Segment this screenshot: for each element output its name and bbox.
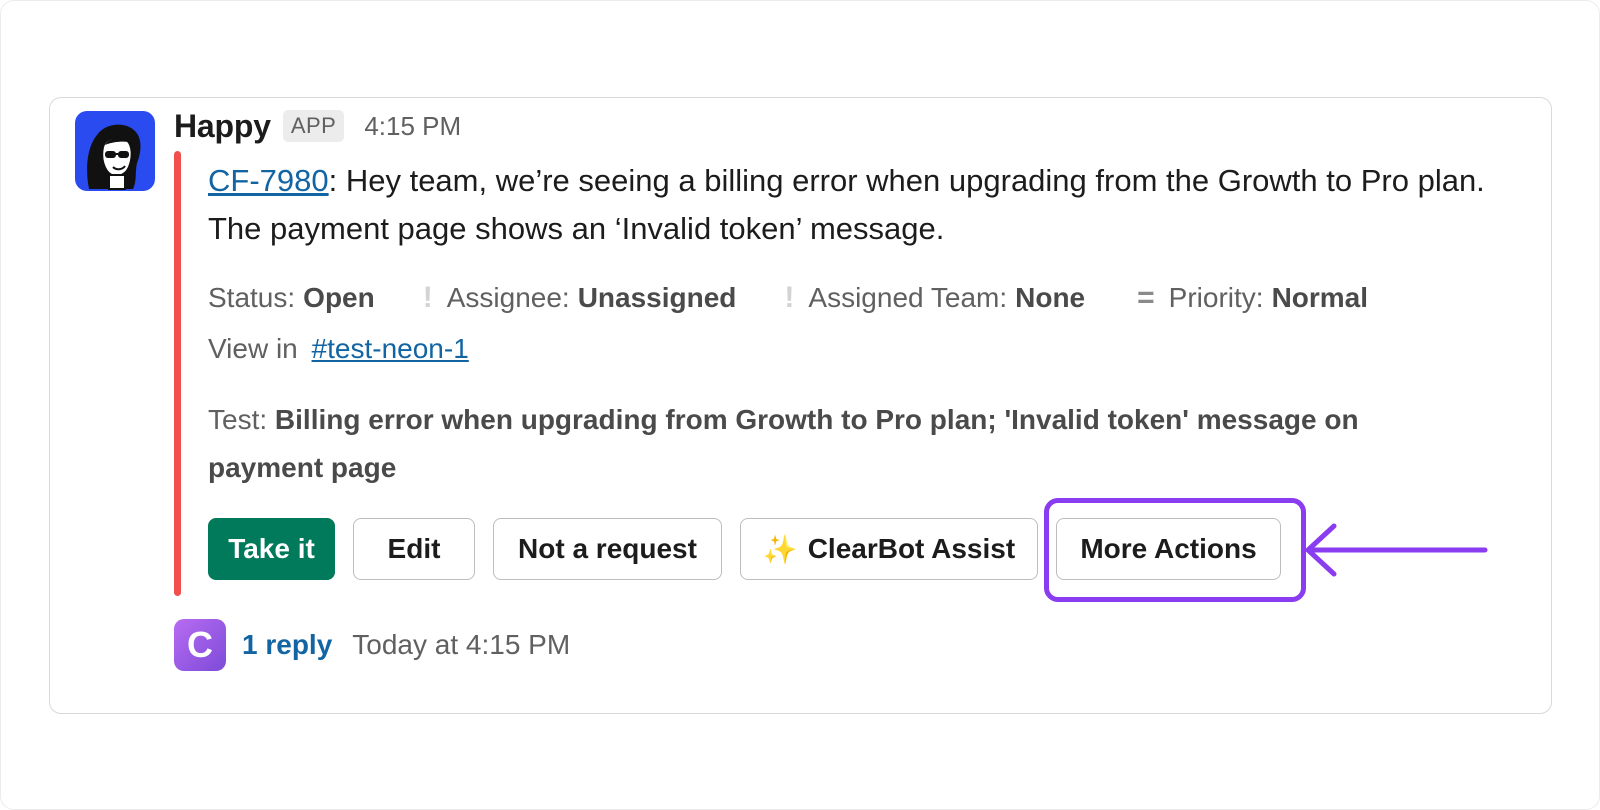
message-timestamp[interactable]: 4:15 PM: [364, 111, 461, 142]
assignee-label: Assignee:: [446, 282, 570, 313]
not-a-request-button[interactable]: Not a request: [493, 518, 722, 580]
edit-button[interactable]: Edit: [353, 518, 475, 580]
reply-count-link[interactable]: 1 reply: [242, 629, 332, 661]
cartoon-person-icon: [87, 124, 141, 190]
status-label: Status:: [208, 282, 296, 313]
ticket-fields: Status: Open ! Assignee: Unassigned ! As…: [208, 278, 1368, 318]
sender-name[interactable]: Happy: [174, 108, 271, 145]
view-in-line: View in #test-neon-1: [208, 333, 469, 365]
team-label: Assigned Team:: [808, 282, 1008, 313]
status-field: Status: Open: [208, 282, 375, 314]
reply-avatar[interactable]: C: [174, 619, 226, 671]
sender-avatar[interactable]: [75, 111, 155, 191]
message-body-text: : Hey team, we’re seeing a billing error…: [208, 163, 1485, 246]
channel-link[interactable]: #test-neon-1: [312, 333, 469, 364]
highlight-box: [1044, 498, 1306, 602]
assignee-field: Assignee: Unassigned: [447, 282, 737, 314]
assignee-value: Unassigned: [577, 282, 737, 313]
reply-timestamp: Today at 4:15 PM: [352, 629, 571, 660]
view-in-label: View in: [208, 333, 298, 364]
thread-replies[interactable]: C 1 reply Today at 4:15 PM: [174, 619, 570, 671]
test-summary: Test: Billing error when upgrading from …: [208, 396, 1468, 492]
message-header: Happy APP 4:15 PM: [174, 106, 461, 146]
test-label: Test:: [208, 404, 268, 435]
team-field: Assigned Team: None: [808, 282, 1085, 314]
app-badge: APP: [282, 110, 345, 142]
exclamation-icon: !: [784, 281, 795, 314]
ticket-link[interactable]: CF-7980: [208, 163, 329, 198]
attachment-accent-bar: [174, 151, 181, 596]
priority-label: Priority:: [1168, 282, 1264, 313]
sparkles-icon: ✨: [762, 533, 798, 565]
arrow-left-icon: [1305, 523, 1488, 577]
take-it-button[interactable]: Take it: [208, 518, 335, 580]
team-value: None: [1015, 282, 1086, 313]
test-value: Billing error when upgrading from Growth…: [208, 404, 1359, 483]
priority-field: Priority: Normal: [1169, 282, 1368, 314]
equals-icon: =: [1137, 281, 1155, 314]
clearbot-assist-label: ClearBot Assist: [807, 533, 1016, 564]
priority-value: Normal: [1271, 282, 1369, 313]
status-value: Open: [303, 282, 375, 313]
clearbot-assist-button[interactable]: ✨ ClearBot Assist: [740, 518, 1038, 580]
exclamation-icon: !: [422, 281, 433, 314]
message-body: CF-7980: Hey team, we’re seeing a billin…: [208, 157, 1508, 253]
